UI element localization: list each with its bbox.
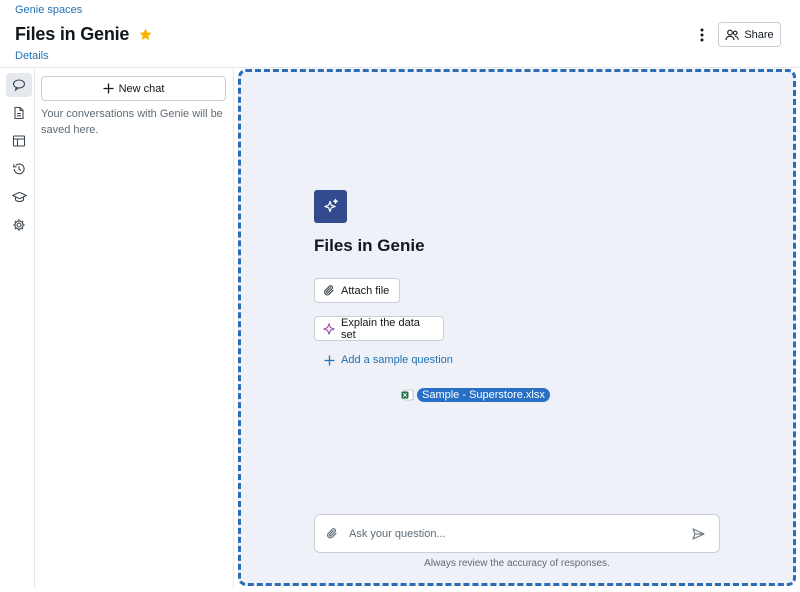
new-chat-label: New chat (118, 82, 165, 95)
sidebar-item-documents[interactable] (6, 101, 32, 125)
paperclip-icon[interactable] (317, 527, 347, 540)
graduation-cap-icon (11, 190, 27, 204)
space-title: Files in Genie (314, 236, 425, 255)
more-options-icon[interactable] (692, 25, 712, 45)
attach-file-label: Attach file (341, 284, 390, 297)
share-label: Share (744, 28, 774, 41)
sidebar-rail (4, 69, 35, 588)
plus-icon (324, 355, 335, 366)
sidebar-item-history[interactable] (6, 157, 32, 181)
paperclip-icon (323, 284, 335, 297)
explain-data-set-label: Explain the data set (341, 316, 420, 341)
sidebar-item-settings[interactable] (6, 213, 32, 237)
sidebar-item-tables[interactable] (6, 129, 32, 153)
sidebar-item-chat[interactable] (6, 73, 32, 97)
accuracy-disclaimer: Always review the accuracy of responses. (424, 558, 610, 569)
excel-file-icon (401, 389, 414, 401)
star-icon[interactable] (138, 27, 153, 42)
plus-icon (103, 83, 114, 94)
chat-icon (12, 78, 26, 92)
attach-file-button[interactable]: Attach file (314, 278, 400, 303)
conversations-panel: New chat Your conversations with Genie w… (35, 69, 234, 588)
send-icon[interactable] (683, 527, 713, 540)
sparkle-icon (322, 198, 340, 216)
document-icon (12, 106, 26, 120)
genie-logo (314, 190, 347, 223)
sidebar-item-learning[interactable] (6, 185, 32, 209)
file-drop-zone[interactable]: Files in Genie Attach file Explain the d… (238, 69, 796, 586)
table-icon (12, 134, 26, 148)
genie-space-window: Genie spaces Files in Genie Details Shar… (0, 0, 800, 592)
dragged-file-name: Sample - Superstore.xlsx (417, 388, 550, 402)
page-title: Files in Genie (15, 24, 130, 44)
share-button[interactable]: Share (718, 22, 781, 47)
gear-icon (12, 218, 26, 232)
new-chat-button[interactable]: New chat (41, 76, 226, 101)
details-link[interactable]: Details (15, 50, 49, 62)
add-sample-question-label: Add a sample question (341, 354, 453, 366)
add-sample-question-button[interactable]: Add a sample question (324, 354, 453, 366)
explain-data-set-button[interactable]: Explain the data set (314, 316, 444, 341)
users-icon (725, 29, 740, 41)
breadcrumb-genie-spaces[interactable]: Genie spaces (15, 4, 82, 16)
sparkle-icon (323, 322, 335, 335)
dragged-file[interactable]: Sample - Superstore.xlsx (401, 388, 550, 402)
empty-conversations-text: Your conversations with Genie will be sa… (41, 108, 223, 136)
ask-question-input[interactable] (347, 515, 683, 552)
history-icon (12, 162, 26, 176)
ask-question-box (314, 514, 720, 553)
title-row: Files in Genie (15, 24, 153, 45)
header-divider (0, 67, 800, 68)
